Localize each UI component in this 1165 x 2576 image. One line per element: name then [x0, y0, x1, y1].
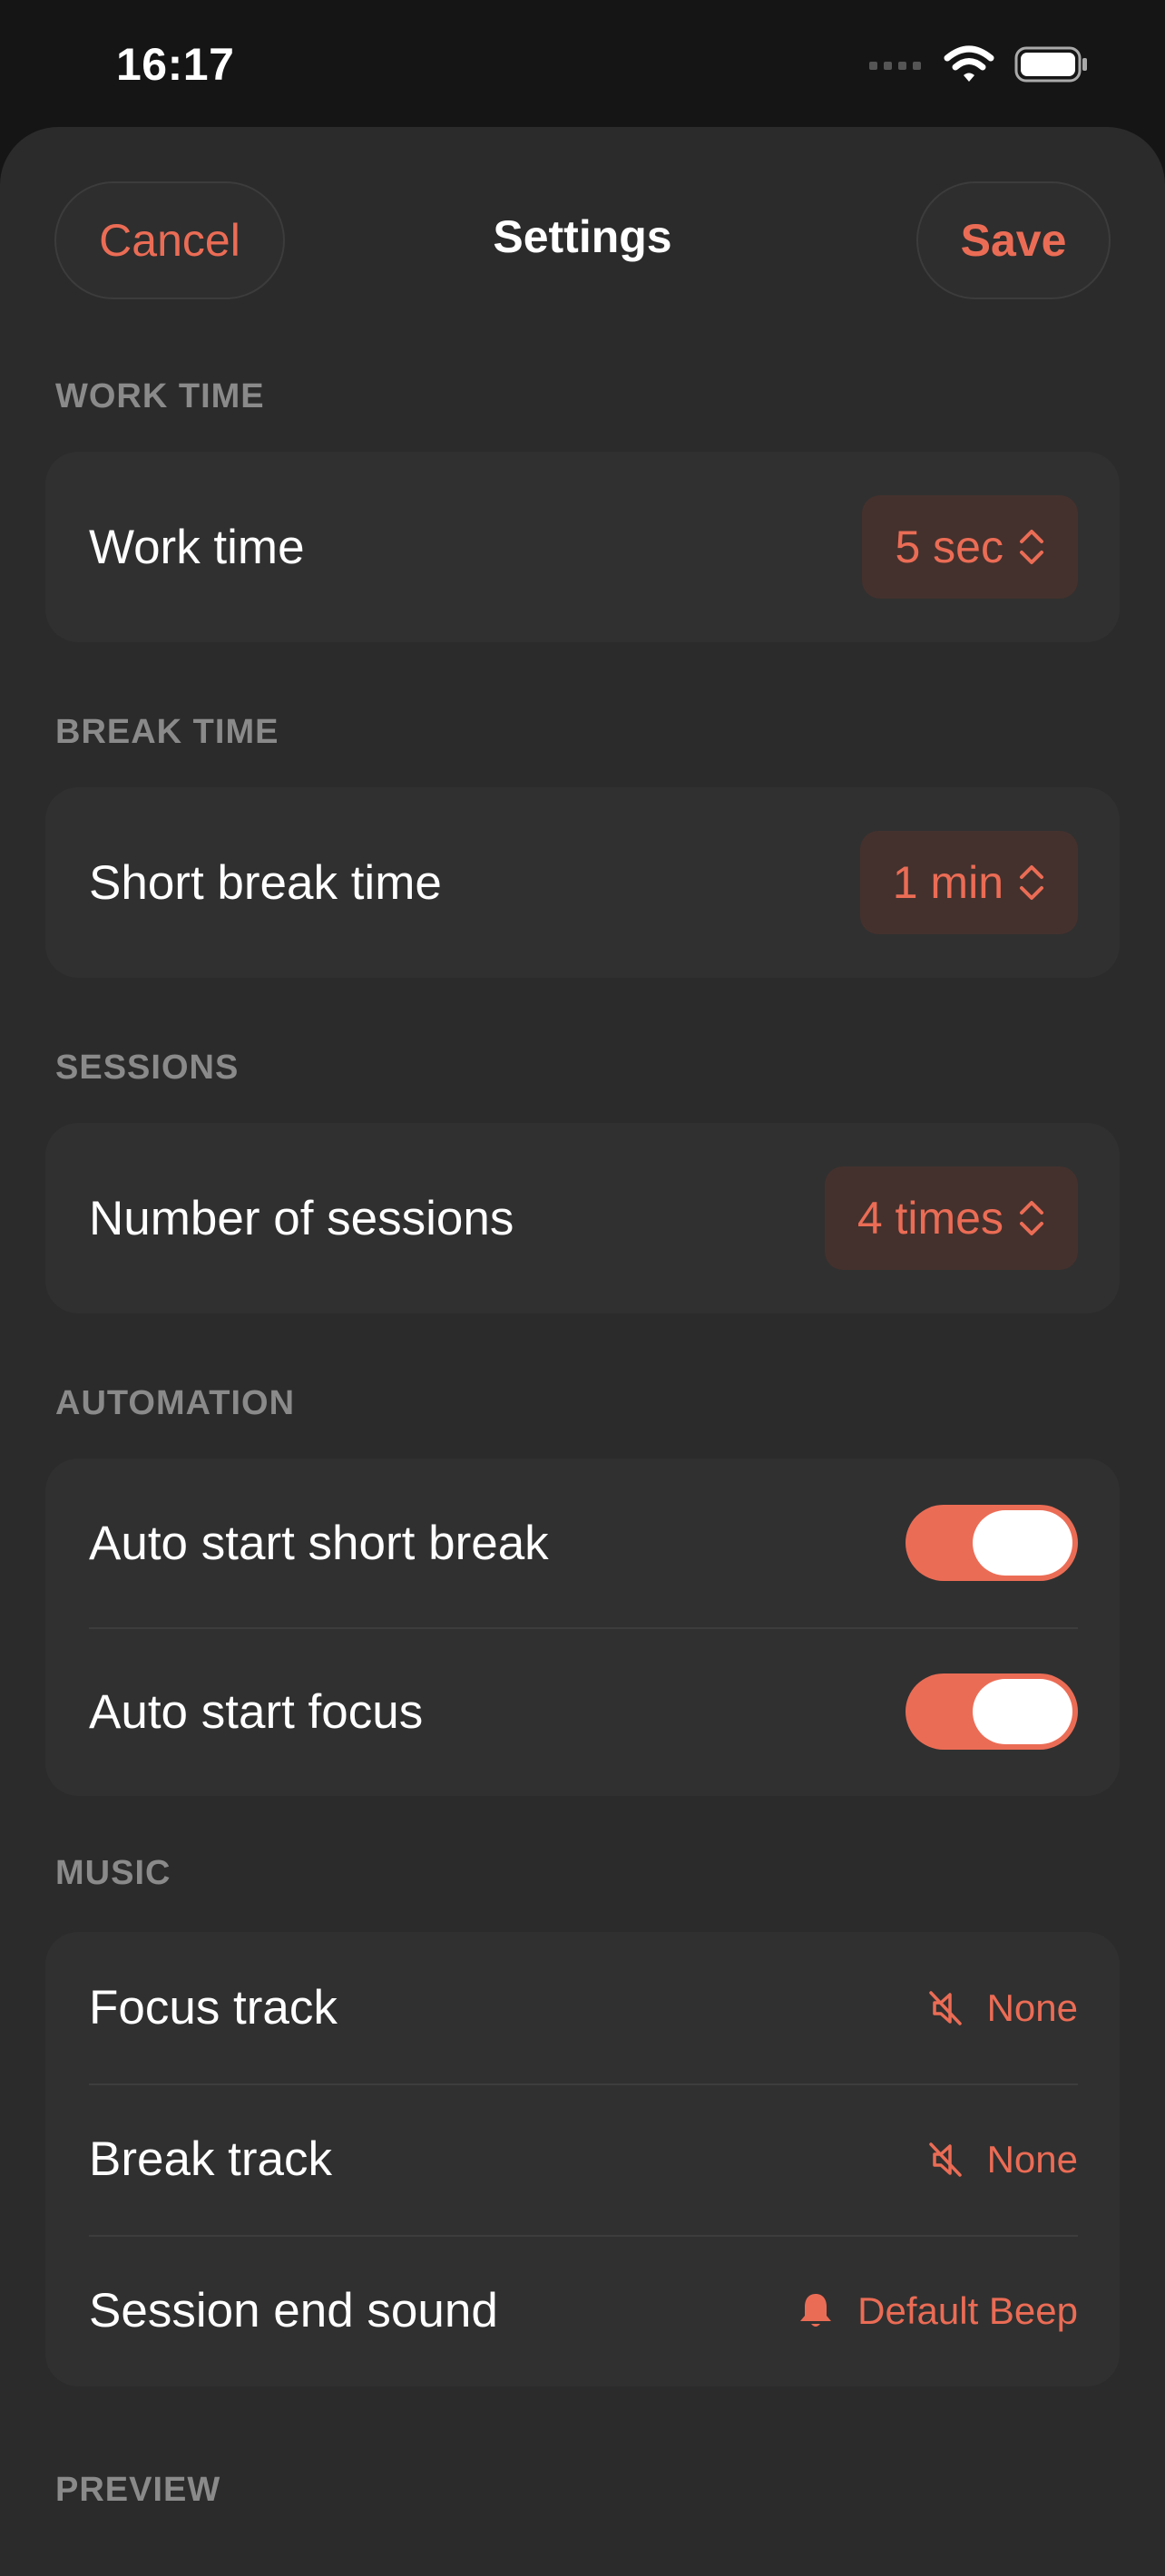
toggle-knob	[973, 1510, 1072, 1576]
sessions-row: Number of sessions 4 times	[45, 1123, 1120, 1313]
speaker-muted-icon	[928, 1990, 962, 2025]
session-end-sound-value[interactable]: Default Beep	[798, 2289, 1078, 2333]
break-track-value-text: None	[986, 2137, 1078, 2181]
section-header-preview: PREVIEW	[55, 2471, 221, 2509]
focus-track-label: Focus track	[89, 1981, 338, 2034]
save-button[interactable]: Save	[916, 181, 1111, 299]
break-time-card: Short break time 1 min	[45, 787, 1120, 978]
auto-start-focus-toggle[interactable]	[906, 1673, 1078, 1750]
chevron-up-down-icon	[1020, 865, 1043, 900]
work-time-row: Work time 5 sec	[45, 452, 1120, 642]
sessions-value: 4 times	[857, 1193, 1003, 1244]
session-end-sound-label: Session end sound	[89, 2284, 498, 2337]
speaker-muted-icon	[928, 2142, 962, 2177]
break-time-label: Short break time	[89, 855, 442, 910]
focus-track-value[interactable]: None	[927, 1986, 1078, 2030]
work-time-picker[interactable]: 5 sec	[862, 495, 1078, 599]
break-track-label: Break track	[89, 2132, 333, 2186]
auto-start-short-break-toggle[interactable]	[906, 1505, 1078, 1581]
battery-icon	[1014, 46, 1087, 83]
break-track-row[interactable]: Break track None	[45, 2083, 1120, 2235]
toggle-knob	[973, 1679, 1072, 1744]
auto-start-short-break-label: Auto start short break	[89, 1516, 549, 1570]
sessions-card: Number of sessions 4 times	[45, 1123, 1120, 1313]
focus-track-row[interactable]: Focus track None	[45, 1932, 1120, 2083]
status-time: 16:17	[116, 39, 235, 90]
wifi-icon	[944, 45, 994, 82]
section-header-sessions: SESSIONS	[55, 1049, 240, 1087]
break-time-row: Short break time 1 min	[45, 787, 1120, 978]
auto-start-focus-row: Auto start focus	[45, 1627, 1120, 1796]
work-time-value: 5 sec	[895, 522, 1003, 572]
automation-card: Auto start short break Auto start focus	[45, 1459, 1120, 1796]
chevron-up-down-icon	[1020, 530, 1043, 564]
bell-icon	[800, 2293, 832, 2327]
auto-start-short-break-row: Auto start short break	[45, 1459, 1120, 1627]
section-header-music: MUSIC	[55, 1854, 171, 1892]
section-header-work-time: WORK TIME	[55, 377, 265, 415]
session-end-sound-value-text: Default Beep	[857, 2288, 1078, 2332]
sessions-label: Number of sessions	[89, 1191, 514, 1245]
work-time-card: Work time 5 sec	[45, 452, 1120, 642]
status-icons	[869, 45, 1089, 83]
settings-sheet: Cancel Settings Save WORK TIME Work time…	[0, 127, 1165, 2576]
session-end-sound-row[interactable]: Session end sound Default Beep	[45, 2235, 1120, 2386]
break-track-value[interactable]: None	[927, 2138, 1078, 2181]
cellular-signal-icon	[869, 62, 921, 70]
focus-track-value-text: None	[986, 1986, 1078, 2029]
sessions-picker[interactable]: 4 times	[824, 1166, 1078, 1270]
auto-start-focus-label: Auto start focus	[89, 1684, 424, 1739]
music-card: Focus track None Break track None Sessio…	[45, 1932, 1120, 2386]
status-bar: 16:17	[0, 0, 1165, 127]
section-header-automation: AUTOMATION	[55, 1384, 296, 1422]
break-time-value: 1 min	[892, 857, 1003, 908]
chevron-up-down-icon	[1020, 1201, 1043, 1235]
break-time-picker[interactable]: 1 min	[859, 831, 1078, 934]
work-time-label: Work time	[89, 520, 305, 574]
section-header-break-time: BREAK TIME	[55, 713, 279, 751]
